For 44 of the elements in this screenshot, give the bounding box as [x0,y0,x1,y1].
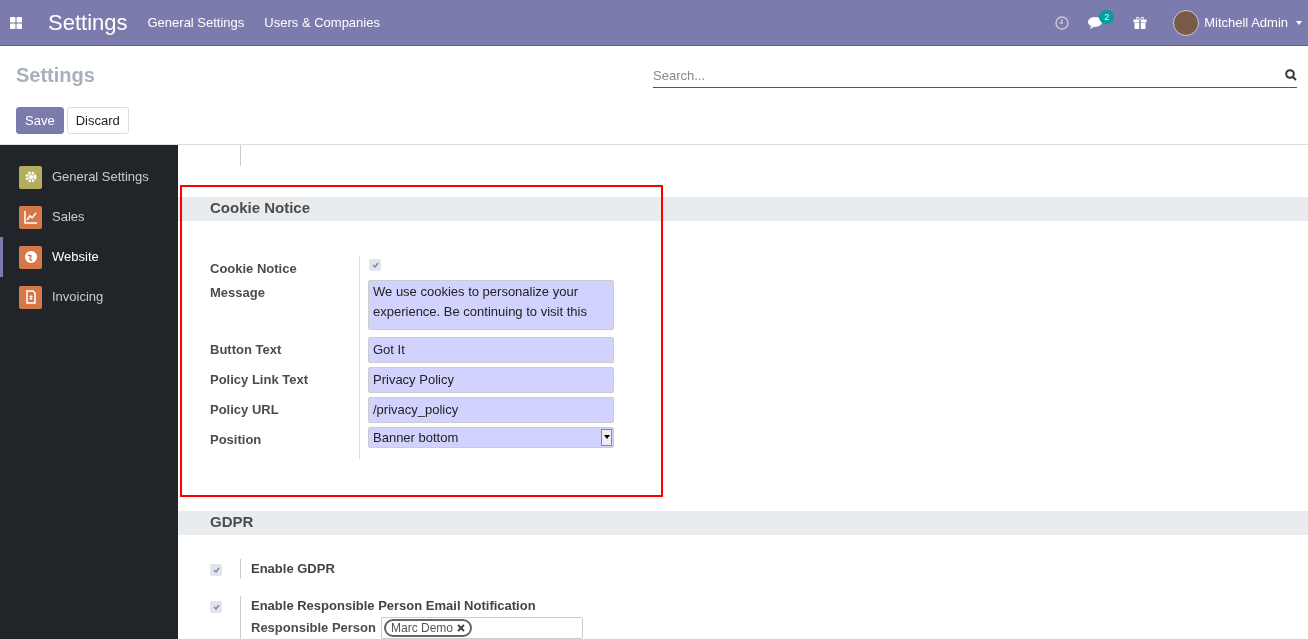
text-input[interactable]: Privacy Policy [368,366,614,393]
search-icon[interactable] [1285,68,1297,81]
section-header: GDPR [178,510,1308,535]
field-label: Policy URL [210,401,279,417]
user-menu[interactable]: Mitchell Admin [1204,12,1302,33]
search-field[interactable]: Search... [653,63,1297,88]
field-label: Message [210,284,265,300]
message-textarea[interactable]: We use cookies to personalize your experience. Be continuing to visit this [368,279,614,330]
sidebar-item[interactable]: General Settings [0,157,178,197]
notification-badge: 2 [1099,9,1115,24]
select-field[interactable]: Banner bottom [368,426,614,448]
many2many-field[interactable]: Marc Demo [381,617,583,639]
gift-icon[interactable] [1133,16,1148,29]
setting-label: Enable GDPR [251,559,335,578]
user-avatar[interactable] [1173,9,1200,36]
menu-link[interactable]: Users & Companies [264,12,380,33]
clock-icon[interactable] [1055,15,1070,30]
discard-button[interactable]: Discard [66,107,129,134]
field-label: Button Text [210,341,282,357]
menu-link[interactable]: General Settings [147,12,245,33]
app-title: Settings [48,9,128,37]
sidebar-item[interactable]: Sales [0,197,178,237]
remove-icon[interactable] [457,624,465,632]
check-icon [371,261,379,268]
section-header: Cookie Notice [178,196,1308,221]
apps-menu-icon[interactable] [10,16,22,29]
save-button[interactable]: Save [16,107,64,134]
check-icon [212,603,220,610]
tag: Marc Demo [384,619,472,637]
text-input[interactable]: /privacy_policy [368,396,614,423]
field-label: Cookie Notice [210,260,297,276]
checkbox[interactable] [210,600,222,613]
text-input[interactable]: Got It [368,336,614,363]
checkbox[interactable] [369,258,381,271]
field-label: Position [210,431,262,447]
breadcrumb-title: Settings [16,63,95,88]
checkbox[interactable] [210,563,222,576]
sidebar-item[interactable]: Website [0,237,178,277]
caret-icon [1296,20,1302,25]
field-label: Policy Link Text [210,371,308,387]
setting-label: Enable Responsible Person Email Notification [251,596,537,615]
check-icon [212,566,220,573]
sidebar-item[interactable]: Invoicing [0,277,178,317]
field-label: Responsible Person [251,619,376,638]
